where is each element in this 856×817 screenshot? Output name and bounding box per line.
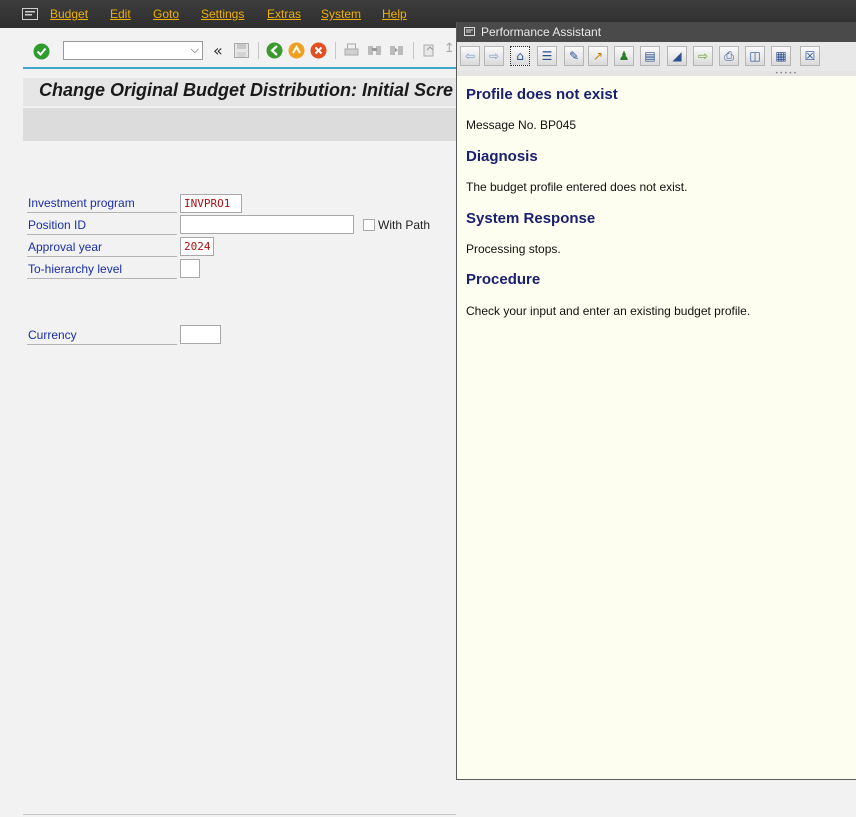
- menu-help[interactable]: Help: [382, 7, 407, 21]
- close-icon[interactable]: ☒: [800, 46, 820, 66]
- menu-goto[interactable]: Goto: [153, 7, 179, 21]
- menu-system[interactable]: System: [321, 7, 361, 21]
- application-toolbar: [23, 108, 463, 141]
- currency-label: Currency: [27, 326, 177, 345]
- command-field[interactable]: ⌵: [63, 41, 203, 60]
- performance-assistant-toolbar: ⇦ ⇨ ⌂ ☰ ✎ ↗ ♟ ▤ ◢ ⇨ ⎙ ◫ ▦ ☒: [457, 42, 856, 71]
- release-notes-icon[interactable]: ◢: [667, 46, 687, 66]
- menu-budget[interactable]: Budget: [50, 7, 88, 21]
- exit-icon[interactable]: [288, 42, 305, 59]
- approval-year-label: Approval year: [27, 238, 177, 257]
- investment-program-field[interactable]: INVPRO1: [180, 194, 242, 213]
- back-icon[interactable]: [266, 42, 283, 59]
- toolbar-separator: [335, 42, 336, 59]
- diagnosis-text: The budget profile entered does not exis…: [466, 180, 688, 194]
- message-heading: Profile does not exist: [466, 86, 618, 103]
- collapse-double-chevron-icon[interactable]: «: [213, 41, 230, 60]
- menu-settings[interactable]: Settings: [201, 7, 244, 21]
- performance-assistant-content: Profile does not exist Message No. BP045…: [457, 76, 856, 779]
- chevron-down-icon[interactable]: ⌵: [191, 43, 199, 57]
- find-icon[interactable]: [366, 42, 383, 59]
- print-icon[interactable]: ⎙: [719, 46, 739, 66]
- procedure-heading: Procedure: [466, 271, 541, 288]
- window-menu-icon[interactable]: [464, 27, 475, 36]
- investment-program-label: Investment program: [27, 194, 177, 213]
- performance-assistant-title: Performance Assistant: [481, 25, 602, 39]
- to-hierarchy-level-field[interactable]: [180, 259, 200, 278]
- title-divider: [23, 67, 463, 69]
- window-layout-icon[interactable]: ▦: [771, 46, 791, 66]
- find-icon[interactable]: ◫: [745, 46, 765, 66]
- first-page-icon[interactable]: [421, 42, 438, 59]
- app-menu-icon[interactable]: [22, 8, 38, 20]
- performance-assistant-window: Performance Assistant ⇦ ⇨ ⌂ ☰ ✎ ↗ ♟ ▤ ◢ …: [456, 22, 856, 780]
- with-path-label: With Path: [378, 218, 431, 232]
- position-id-field[interactable]: [180, 215, 354, 234]
- diagnosis-heading: Diagnosis: [466, 148, 538, 165]
- page-title: Change Original Budget Distribution: Ini…: [39, 80, 454, 100]
- performance-assistant-titlebar[interactable]: Performance Assistant: [457, 22, 856, 42]
- currency-field[interactable]: [180, 325, 221, 344]
- enter-checkmark-icon[interactable]: [33, 43, 50, 60]
- user-settings-icon[interactable]: ♟: [614, 46, 634, 66]
- edit-icon[interactable]: ✎: [564, 46, 584, 66]
- approval-year-field[interactable]: 2024: [180, 237, 214, 256]
- book-icon[interactable]: ▤: [640, 46, 660, 66]
- back-arrow-icon[interactable]: ⇦: [460, 46, 480, 66]
- export-icon[interactable]: ⇨: [693, 46, 713, 66]
- system-response-text: Processing stops.: [466, 242, 561, 256]
- toolbar-separator: [258, 42, 259, 59]
- home-icon[interactable]: ⌂: [510, 46, 530, 66]
- position-id-label: Position ID: [27, 216, 177, 235]
- procedure-text: Check your input and enter an existing b…: [466, 304, 751, 318]
- system-response-heading: System Response: [466, 210, 596, 227]
- wizard-icon[interactable]: ↗: [588, 46, 608, 66]
- message-number: Message No. BP045: [466, 118, 577, 132]
- status-bar-divider: [23, 814, 456, 815]
- technical-info-icon[interactable]: ☰: [537, 46, 557, 66]
- menu-edit[interactable]: Edit: [110, 7, 131, 21]
- screen-title-bar: Change Original Budget Distribution: Ini…: [23, 78, 463, 106]
- toolbar-separator: [413, 42, 414, 59]
- find-next-icon[interactable]: [388, 42, 405, 59]
- print-icon[interactable]: [343, 42, 360, 59]
- menu-extras[interactable]: Extras: [267, 7, 301, 21]
- to-hierarchy-level-label: To-hierarchy level: [27, 260, 177, 279]
- with-path-checkbox[interactable]: [363, 219, 375, 231]
- cancel-icon[interactable]: [310, 42, 327, 59]
- save-icon[interactable]: [233, 42, 250, 59]
- forward-arrow-icon[interactable]: ⇨: [484, 46, 504, 66]
